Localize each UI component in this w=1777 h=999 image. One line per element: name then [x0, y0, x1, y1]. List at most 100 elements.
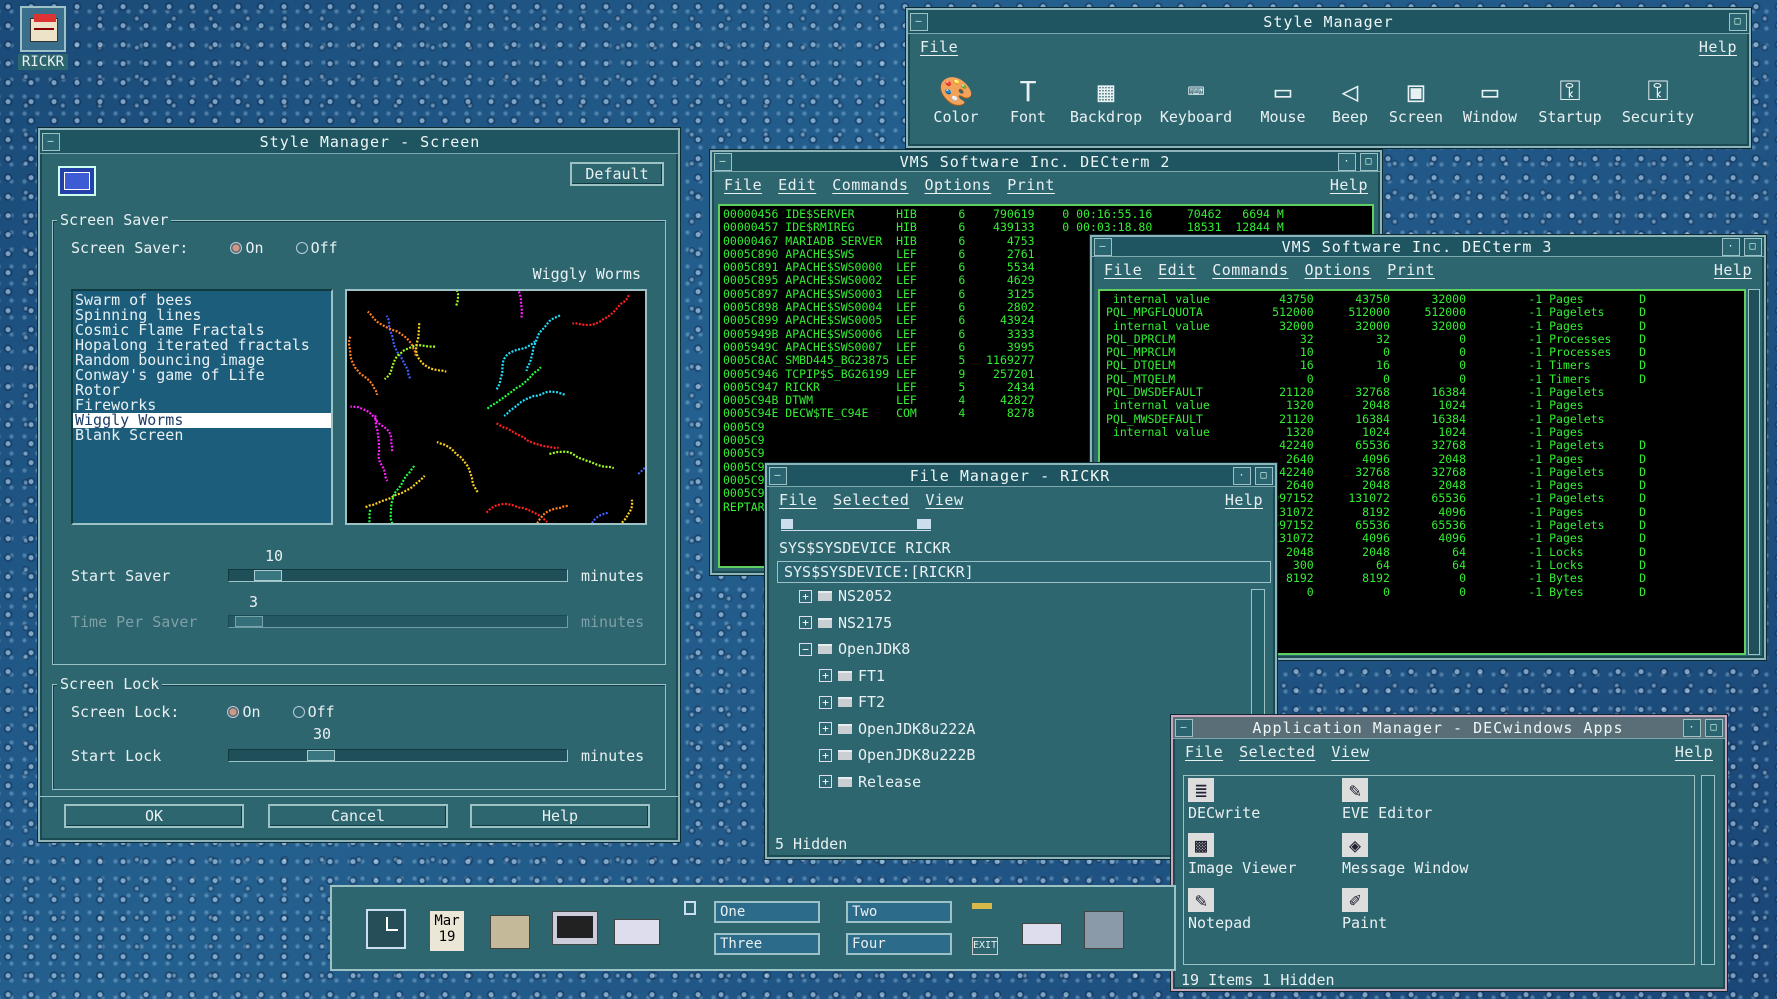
menu-help[interactable]: Help [1699, 38, 1737, 56]
menu-selected[interactable]: Selected [833, 491, 909, 509]
window-menu-button[interactable]: — [1175, 718, 1193, 737]
window-menu-button[interactable]: — [714, 152, 732, 171]
menu-commands[interactable]: Commands [832, 176, 908, 194]
tool-window[interactable]: ▭ Window [1450, 72, 1530, 126]
tool-keyboard[interactable]: ⌨ Keyboard [1156, 72, 1236, 126]
tree-node[interactable]: + Release [819, 773, 921, 791]
menu-help[interactable]: Help [1675, 743, 1713, 761]
cancel-button[interactable]: Cancel [268, 804, 448, 828]
menu-help[interactable]: Help [1225, 491, 1263, 509]
default-button[interactable]: Default [570, 162, 664, 186]
menu-commands[interactable]: Commands [1212, 261, 1288, 279]
tree-node[interactable]: + FT2 [819, 693, 885, 711]
scrollbar[interactable] [1748, 289, 1760, 655]
slider-thumb[interactable] [253, 570, 282, 581]
path-field[interactable]: SYS$SYSDEVICE:[RICKR] [777, 561, 1271, 583]
minimize-button[interactable]: · [1233, 466, 1251, 485]
app-item[interactable]: ✎ EVE Editor [1342, 778, 1432, 822]
window-menu-button[interactable]: — [42, 132, 60, 151]
minimize-button[interactable]: · [1683, 718, 1701, 737]
menu-options[interactable]: Options [925, 176, 992, 194]
lock-off-radio[interactable]: Off [292, 703, 335, 721]
expand-toggle[interactable]: + [819, 775, 832, 788]
maximize-button[interactable]: □ [1360, 152, 1378, 171]
tool-screen[interactable]: ▣ Screen [1376, 72, 1456, 126]
menu-selected[interactable]: Selected [1239, 743, 1315, 761]
app-item[interactable]: ▩ Image Viewer [1188, 833, 1296, 877]
help-button[interactable]: Help [470, 804, 650, 828]
menu-edit[interactable]: Edit [1158, 261, 1196, 279]
tree-node[interactable]: + OpenJDK8u222A [819, 720, 975, 738]
workspace-four[interactable]: Four [846, 933, 952, 955]
home-folder-icon[interactable]: RICKR [18, 6, 68, 72]
menu-print[interactable]: Print [1007, 176, 1055, 194]
tool-startup[interactable]: ⚿ Startup [1530, 72, 1610, 126]
ok-button[interactable]: OK [64, 804, 244, 828]
menu-view[interactable]: View [925, 491, 963, 509]
window-menu-button[interactable]: — [769, 466, 787, 485]
saver-list[interactable]: Swarm of bees Spinning lines Cosmic Flame … [71, 289, 333, 525]
window-menu-button[interactable]: — [1094, 237, 1112, 256]
maximize-button[interactable]: □ [1705, 718, 1723, 737]
menu-help[interactable]: Help [1714, 261, 1752, 279]
tree-node[interactable]: − OpenJDK8 [799, 640, 910, 658]
tool-font[interactable]: T Font [988, 72, 1068, 126]
style-manager-icon[interactable] [1084, 911, 1124, 949]
tree-node[interactable]: + NS2052 [799, 587, 892, 605]
menu-file[interactable]: File [920, 38, 958, 56]
expand-toggle[interactable]: + [799, 616, 812, 629]
expand-toggle[interactable]: + [799, 589, 812, 603]
minimize-button[interactable]: · [1338, 152, 1356, 171]
tree-node[interactable]: + FT1 [819, 667, 885, 685]
app-item[interactable]: ◈ Message Window [1342, 833, 1468, 877]
maximize-button[interactable]: □ [1255, 466, 1273, 485]
app-item[interactable]: ✐ Paint [1342, 888, 1387, 932]
terminal-line: PQL_MPGFLQUOTA 512000 512000 512000 -1 P… [1106, 305, 1647, 320]
terminal-icon[interactable] [552, 911, 598, 945]
window-menu-button[interactable]: — [910, 12, 928, 31]
slider-thumb[interactable] [306, 750, 335, 761]
tree-node[interactable]: + OpenJDK8u222B [819, 746, 975, 764]
printer-icon[interactable] [1022, 923, 1062, 945]
start-lock-slider[interactable] [228, 749, 568, 762]
menu-file[interactable]: File [724, 176, 762, 194]
exit-button[interactable]: EXIT [972, 937, 998, 955]
maximize-button[interactable]: □ [1729, 12, 1747, 31]
expand-toggle[interactable]: + [819, 669, 832, 682]
file-manager-icon[interactable] [490, 915, 530, 949]
menu-file[interactable]: File [779, 491, 817, 509]
tool-security[interactable]: ⚿ Security [1618, 72, 1698, 126]
menu-print[interactable]: Print [1387, 261, 1435, 279]
menu-help[interactable]: Help [1330, 176, 1368, 194]
tool-color[interactable]: 🎨 Color [916, 72, 996, 126]
app-item[interactable]: ≣ DECwrite [1188, 778, 1260, 822]
saver-on-radio[interactable]: On [230, 239, 264, 257]
expand-toggle[interactable]: + [819, 695, 832, 709]
menu-file[interactable]: File [1185, 743, 1223, 761]
workspace-two[interactable]: Two [846, 901, 952, 923]
saver-list-item[interactable]: Blank Screen [73, 428, 331, 443]
expand-toggle[interactable]: + [819, 722, 832, 735]
clock-icon[interactable] [366, 909, 406, 949]
workspace-three[interactable]: Three [714, 933, 820, 955]
tree-node[interactable]: + NS2175 [799, 614, 892, 632]
folder-icon[interactable] [917, 519, 931, 529]
minimize-button[interactable]: · [1722, 237, 1740, 256]
workspace-one[interactable]: One [714, 901, 820, 923]
menu-view[interactable]: View [1331, 743, 1369, 761]
lock-on-radio[interactable]: On [227, 703, 261, 721]
expand-toggle[interactable]: − [799, 642, 812, 656]
menu-file[interactable]: File [1104, 261, 1142, 279]
start-saver-slider[interactable] [228, 569, 568, 582]
menu-edit[interactable]: Edit [778, 176, 816, 194]
menu-options[interactable]: Options [1305, 261, 1372, 279]
saver-off-radio[interactable]: Off [295, 239, 338, 257]
maximize-button[interactable]: □ [1744, 237, 1762, 256]
app-item[interactable]: ✎ Notepad [1188, 888, 1251, 932]
tool-backdrop[interactable]: ▦ Backdrop [1066, 72, 1146, 126]
lock-screen-icon[interactable] [684, 901, 696, 915]
calendar-icon[interactable]: Mar 19 [430, 911, 464, 951]
mailbox-icon[interactable] [614, 919, 660, 945]
app-scrollbar[interactable] [1701, 775, 1715, 965]
expand-toggle[interactable]: + [819, 748, 832, 762]
